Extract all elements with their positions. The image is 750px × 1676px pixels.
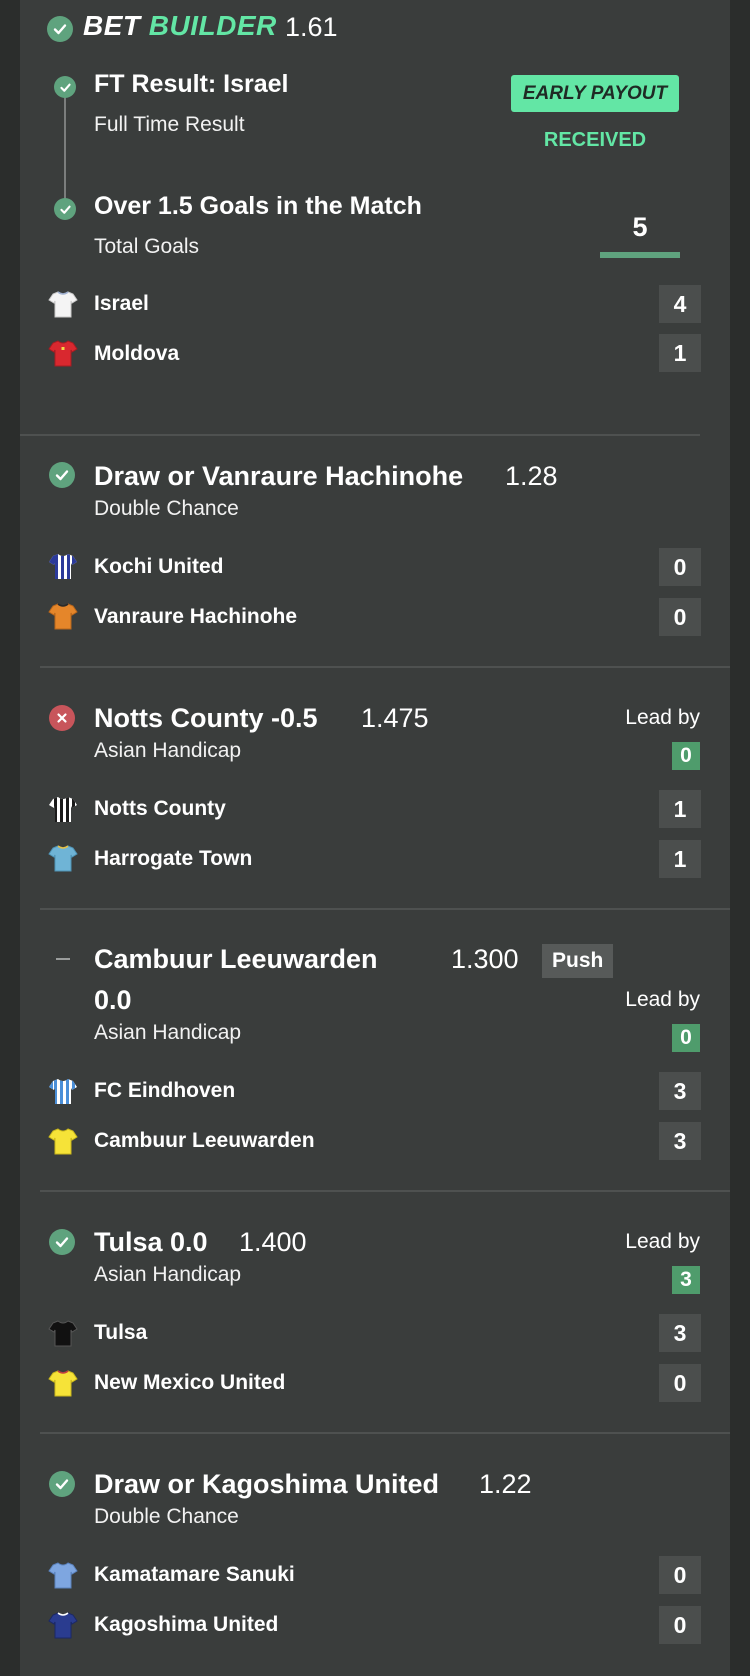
team-score: 3	[659, 1314, 701, 1352]
selection-market: Asian Handicap	[94, 1263, 242, 1286]
team-score: 0	[659, 1606, 701, 1644]
selection-odds: 1.300	[451, 944, 519, 974]
lead-by-value: 3	[672, 1266, 700, 1294]
push-dash-icon	[56, 958, 70, 960]
selection-title: Draw or Vanraure Hachinohe	[94, 461, 464, 491]
received-label: RECEIVED	[543, 129, 647, 151]
leg-title: Over 1.5 Goals in the Match	[94, 192, 422, 220]
team-name: Cambuur Leeuwarden	[94, 1129, 315, 1152]
selection-title: Tulsa 0.0	[94, 1227, 208, 1257]
team-name: Tulsa	[94, 1321, 148, 1344]
team-name: Kamatamare Sanuki	[94, 1563, 295, 1586]
team-score: 0	[659, 1556, 701, 1594]
bet-slip-panel: BET BUILDER 1.61 FT Result: Israel Full …	[20, 0, 730, 1676]
light-blue-shirt-icon	[48, 845, 78, 872]
leg-title: FT Result: Israel	[94, 70, 289, 98]
won-check-icon	[49, 462, 75, 488]
divider	[40, 908, 730, 910]
selection-title: Draw or Kagoshima United	[94, 1469, 440, 1499]
lost-cross-icon	[49, 705, 75, 731]
yellow-shirt-icon	[48, 1370, 78, 1397]
orange-shirt-icon	[48, 603, 78, 630]
team-name: Harrogate Town	[94, 847, 253, 870]
lead-by-value: 0	[672, 742, 700, 770]
striped-shirt-icon	[49, 554, 77, 579]
sky-blue-shirt-icon	[48, 1562, 78, 1589]
selection-market: Asian Handicap	[94, 1021, 242, 1044]
white-shirt-icon	[48, 291, 78, 318]
blue-white-stripes-shirt-icon	[49, 1079, 77, 1104]
team-score: 1	[659, 334, 701, 372]
leg-market: Total Goals	[94, 235, 200, 258]
team-score: 3	[659, 1122, 701, 1160]
selection-odds: 1.475	[361, 703, 429, 733]
leg-market: Full Time Result	[94, 113, 245, 136]
leg-connector-line	[64, 94, 66, 206]
team-name: Vanraure Hachinohe	[94, 605, 298, 628]
lead-by-label: Lead by	[625, 988, 700, 1011]
team-name: Kagoshima United	[94, 1613, 279, 1636]
team-name: Kochi United	[94, 555, 224, 578]
team-score: 0	[659, 598, 701, 636]
selection-market: Double Chance	[94, 1505, 239, 1528]
team-score: 3	[659, 1072, 701, 1110]
total-goals-value: 5	[632, 212, 648, 242]
team-score: 1	[659, 790, 701, 828]
team-name: Notts County	[94, 797, 226, 820]
selection-odds: 1.400	[239, 1227, 307, 1257]
team-name: Israel	[94, 292, 149, 315]
divider	[40, 1432, 730, 1434]
won-check-icon	[47, 16, 73, 42]
leg-check-icon	[54, 198, 76, 220]
team-score: 1	[659, 840, 701, 878]
black-white-stripes-shirt-icon	[49, 797, 77, 822]
yellow-shirt-icon	[48, 1128, 78, 1155]
bet-builder-label-part1: BET	[83, 10, 141, 41]
team-name: Moldova	[94, 342, 180, 365]
team-score: 4	[659, 285, 701, 323]
team-name: FC Eindhoven	[94, 1079, 236, 1102]
selection-title: Notts County -0.5	[94, 703, 318, 733]
team-name: New Mexico United	[94, 1371, 286, 1394]
divider	[40, 1190, 730, 1192]
bet-builder-label: BET BUILDER	[83, 10, 277, 42]
selection-title-line2: 0.0	[94, 985, 132, 1015]
push-badge: Push	[542, 944, 614, 978]
early-payout-badge: EARLY PAYOUT	[511, 75, 679, 112]
divider	[20, 434, 700, 436]
won-check-icon	[49, 1229, 75, 1255]
navy-shirt-icon	[48, 1612, 78, 1639]
bet-builder-label-part2: BUILDER	[148, 10, 277, 41]
bet-builder-odds: 1.61	[285, 12, 338, 42]
won-check-icon	[49, 1471, 75, 1497]
leg-check-icon	[54, 76, 76, 98]
black-shirt-icon	[48, 1320, 78, 1347]
selection-title-line1: Cambuur Leeuwarden	[94, 944, 378, 974]
selection-market: Double Chance	[94, 497, 239, 520]
lead-by-label: Lead by	[625, 706, 700, 729]
goals-progress-track	[600, 252, 680, 258]
selection-odds: 1.22	[479, 1469, 532, 1499]
team-score: 0	[659, 1364, 701, 1402]
selection-odds: 1.28	[505, 461, 558, 491]
goals-progress-fill	[600, 252, 680, 258]
divider	[40, 666, 730, 668]
lead-by-label: Lead by	[625, 1230, 700, 1253]
lead-by-value: 0	[672, 1024, 700, 1052]
red-shirt-icon	[48, 340, 78, 367]
team-score: 0	[659, 548, 701, 586]
selection-market: Asian Handicap	[94, 739, 242, 762]
